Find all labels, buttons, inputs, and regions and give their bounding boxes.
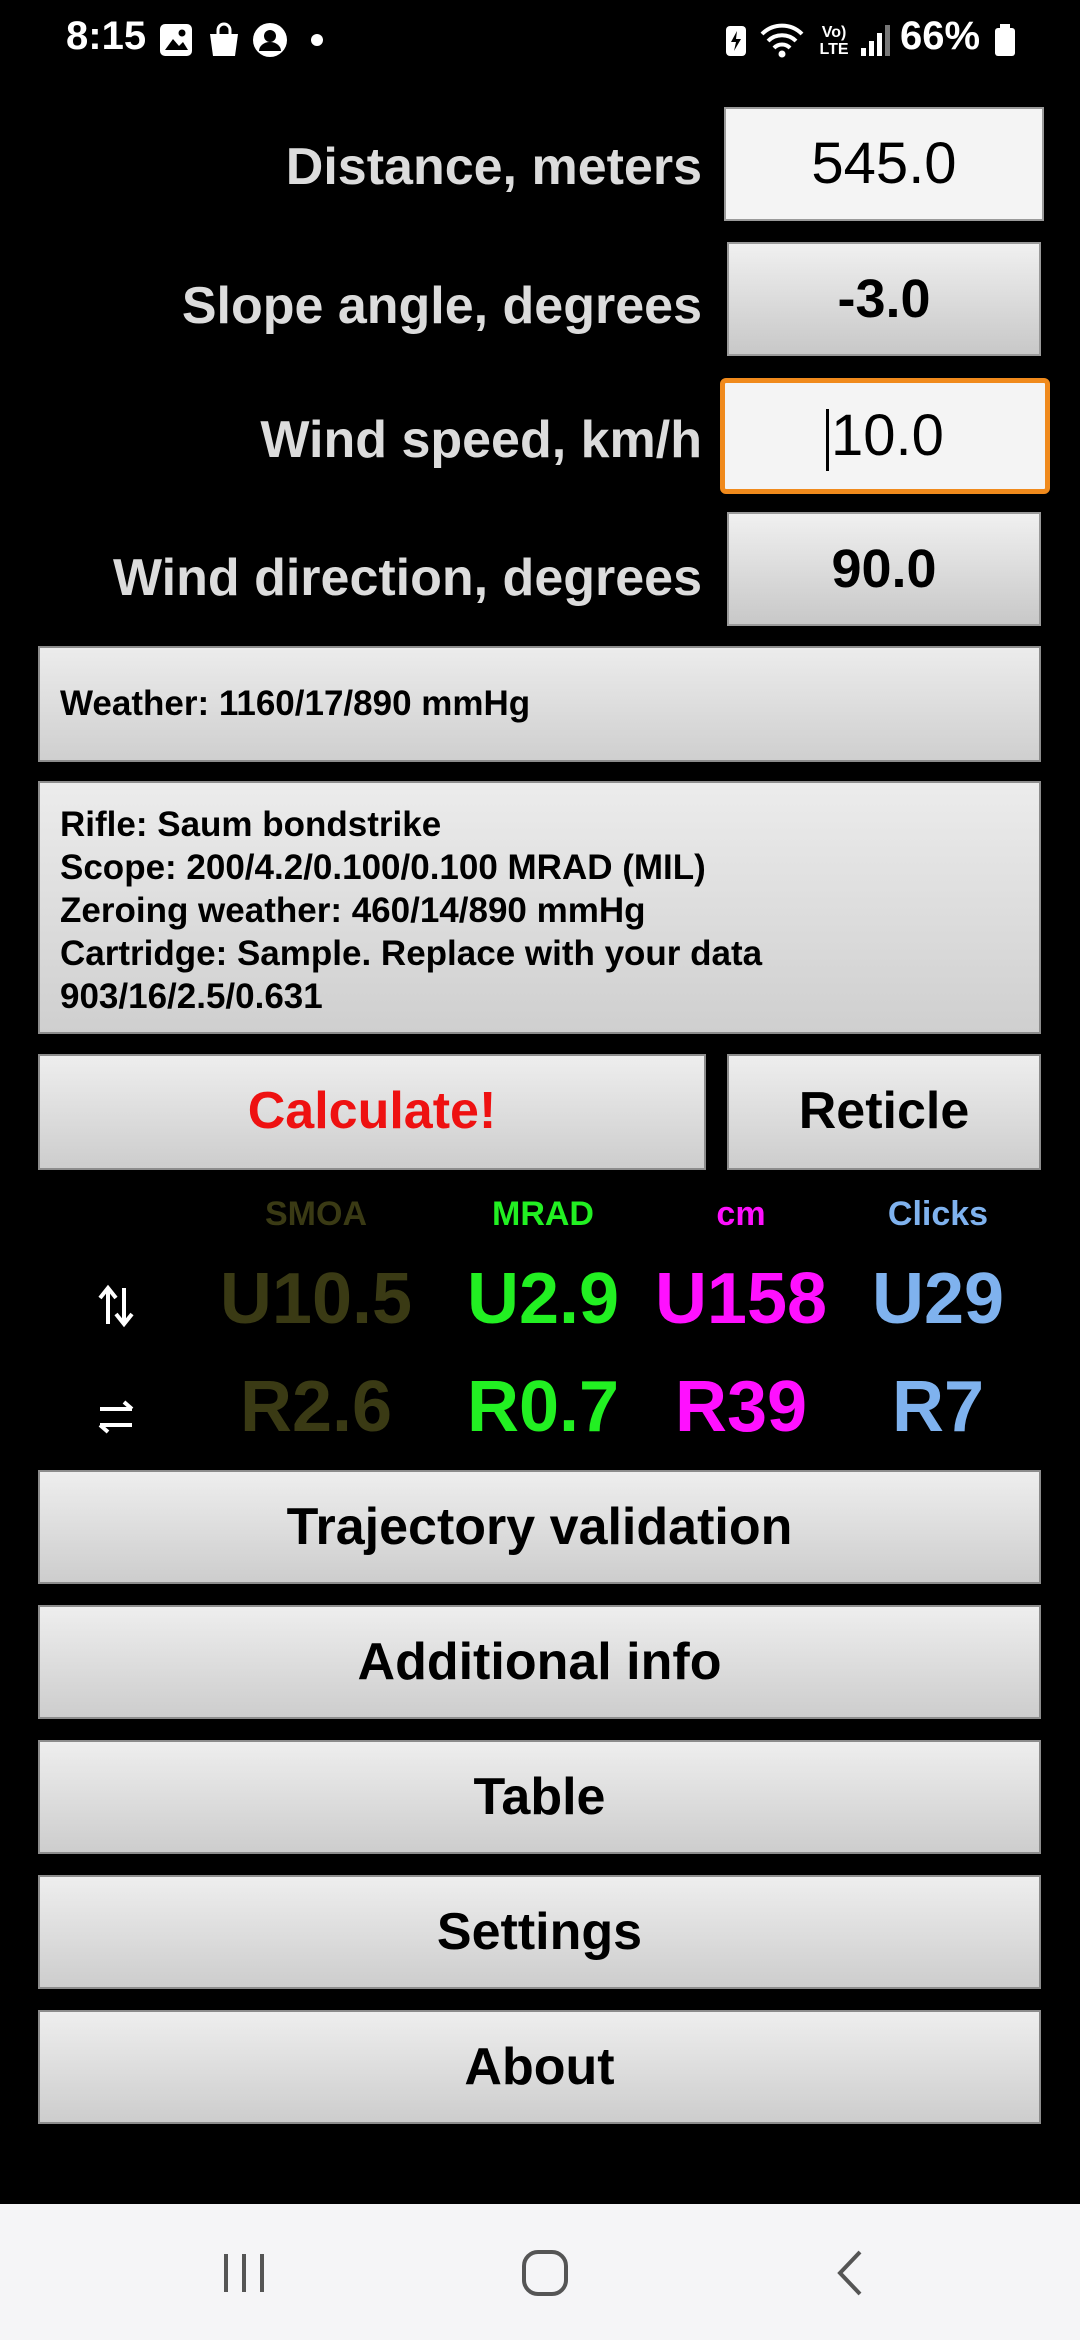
wifi-icon <box>760 22 804 58</box>
profile-line-cartridge: Cartridge: Sample. Replace with your dat… <box>60 934 763 973</box>
notification-dot-icon <box>311 34 323 46</box>
slope-input[interactable]: -3.0 <box>727 242 1041 356</box>
vertical-clicks-value: U29 <box>871 1259 1005 1339</box>
mrad-header: MRAD <box>492 1195 594 1233</box>
left-right-arrows-icon <box>76 1396 156 1446</box>
cm-header: cm <box>716 1195 766 1233</box>
wind-speed-value: 10.0 <box>831 403 944 468</box>
navigation-bar <box>0 2204 1080 2340</box>
wind-direction-input[interactable]: 90.0 <box>727 512 1041 626</box>
gallery-icon <box>158 22 194 58</box>
profile-line-cartridge-data: 903/16/2.5/0.631 <box>60 977 323 1016</box>
horizontal-clicks-value: R7 <box>891 1367 985 1447</box>
horizontal-cm-value: R39 <box>674 1367 808 1447</box>
up-down-arrows-icon <box>76 1284 156 1339</box>
profile-line-zeroing: Zeroing weather: 460/14/890 mmHg <box>60 891 646 930</box>
profile-panel[interactable]: Rifle: Saum bondstrike Scope: 200/4.2/0.… <box>38 781 1041 1034</box>
about-button[interactable]: About <box>38 2010 1041 2124</box>
battery-icon <box>992 22 1018 58</box>
shopping-bag-icon <box>206 22 242 58</box>
back-icon[interactable] <box>826 2248 876 2298</box>
text-cursor <box>826 408 830 471</box>
wind-speed-input[interactable]: 10.0 <box>720 378 1050 494</box>
vertical-cm-value: U158 <box>654 1259 828 1339</box>
recent-apps-icon[interactable] <box>214 2248 274 2298</box>
vertical-mrad-value: U2.9 <box>466 1259 620 1339</box>
account-icon <box>252 22 288 58</box>
settings-button[interactable]: Settings <box>38 1875 1041 1989</box>
calculate-button[interactable]: Calculate! <box>38 1054 706 1170</box>
additional-info-button[interactable]: Additional info <box>38 1605 1041 1719</box>
weather-panel[interactable]: Weather: 1160/17/890 mmHg <box>38 646 1041 762</box>
horizontal-mrad-value: R0.7 <box>466 1367 620 1447</box>
volte-icon: Vo) LTE <box>819 24 849 58</box>
battery-saver-icon <box>718 22 754 58</box>
distance-input[interactable]: 545.0 <box>724 107 1044 221</box>
profile-line-scope: Scope: 200/4.2/0.100/0.100 MRAD (MIL) <box>60 848 706 887</box>
trajectory-validation-button[interactable]: Trajectory validation <box>38 1470 1041 1584</box>
wind-direction-label: Wind direction, degrees <box>113 549 702 607</box>
battery-percent: 66% <box>900 14 981 58</box>
smoa-header: SMOA <box>265 1195 367 1233</box>
wind-speed-label: Wind speed, km/h <box>260 411 702 469</box>
slope-label: Slope angle, degrees <box>181 277 702 335</box>
status-time: 8:15 <box>66 14 147 58</box>
horizontal-smoa-value: R2.6 <box>239 1367 393 1447</box>
reticle-button[interactable]: Reticle <box>727 1054 1041 1170</box>
home-icon[interactable] <box>516 2246 576 2300</box>
profile-line-rifle: Rifle: Saum bondstrike <box>60 805 442 844</box>
clicks-header: Clicks <box>887 1195 989 1233</box>
status-bar: 8:15 Vo) LTE 66% <box>0 0 1080 80</box>
table-button[interactable]: Table <box>38 1740 1041 1854</box>
vertical-smoa-value: U10.5 <box>219 1259 413 1339</box>
distance-label: Distance, meters <box>285 138 702 196</box>
signal-strength-icon <box>860 22 890 58</box>
weather-text: Weather: 1160/17/890 mmHg <box>60 684 531 723</box>
